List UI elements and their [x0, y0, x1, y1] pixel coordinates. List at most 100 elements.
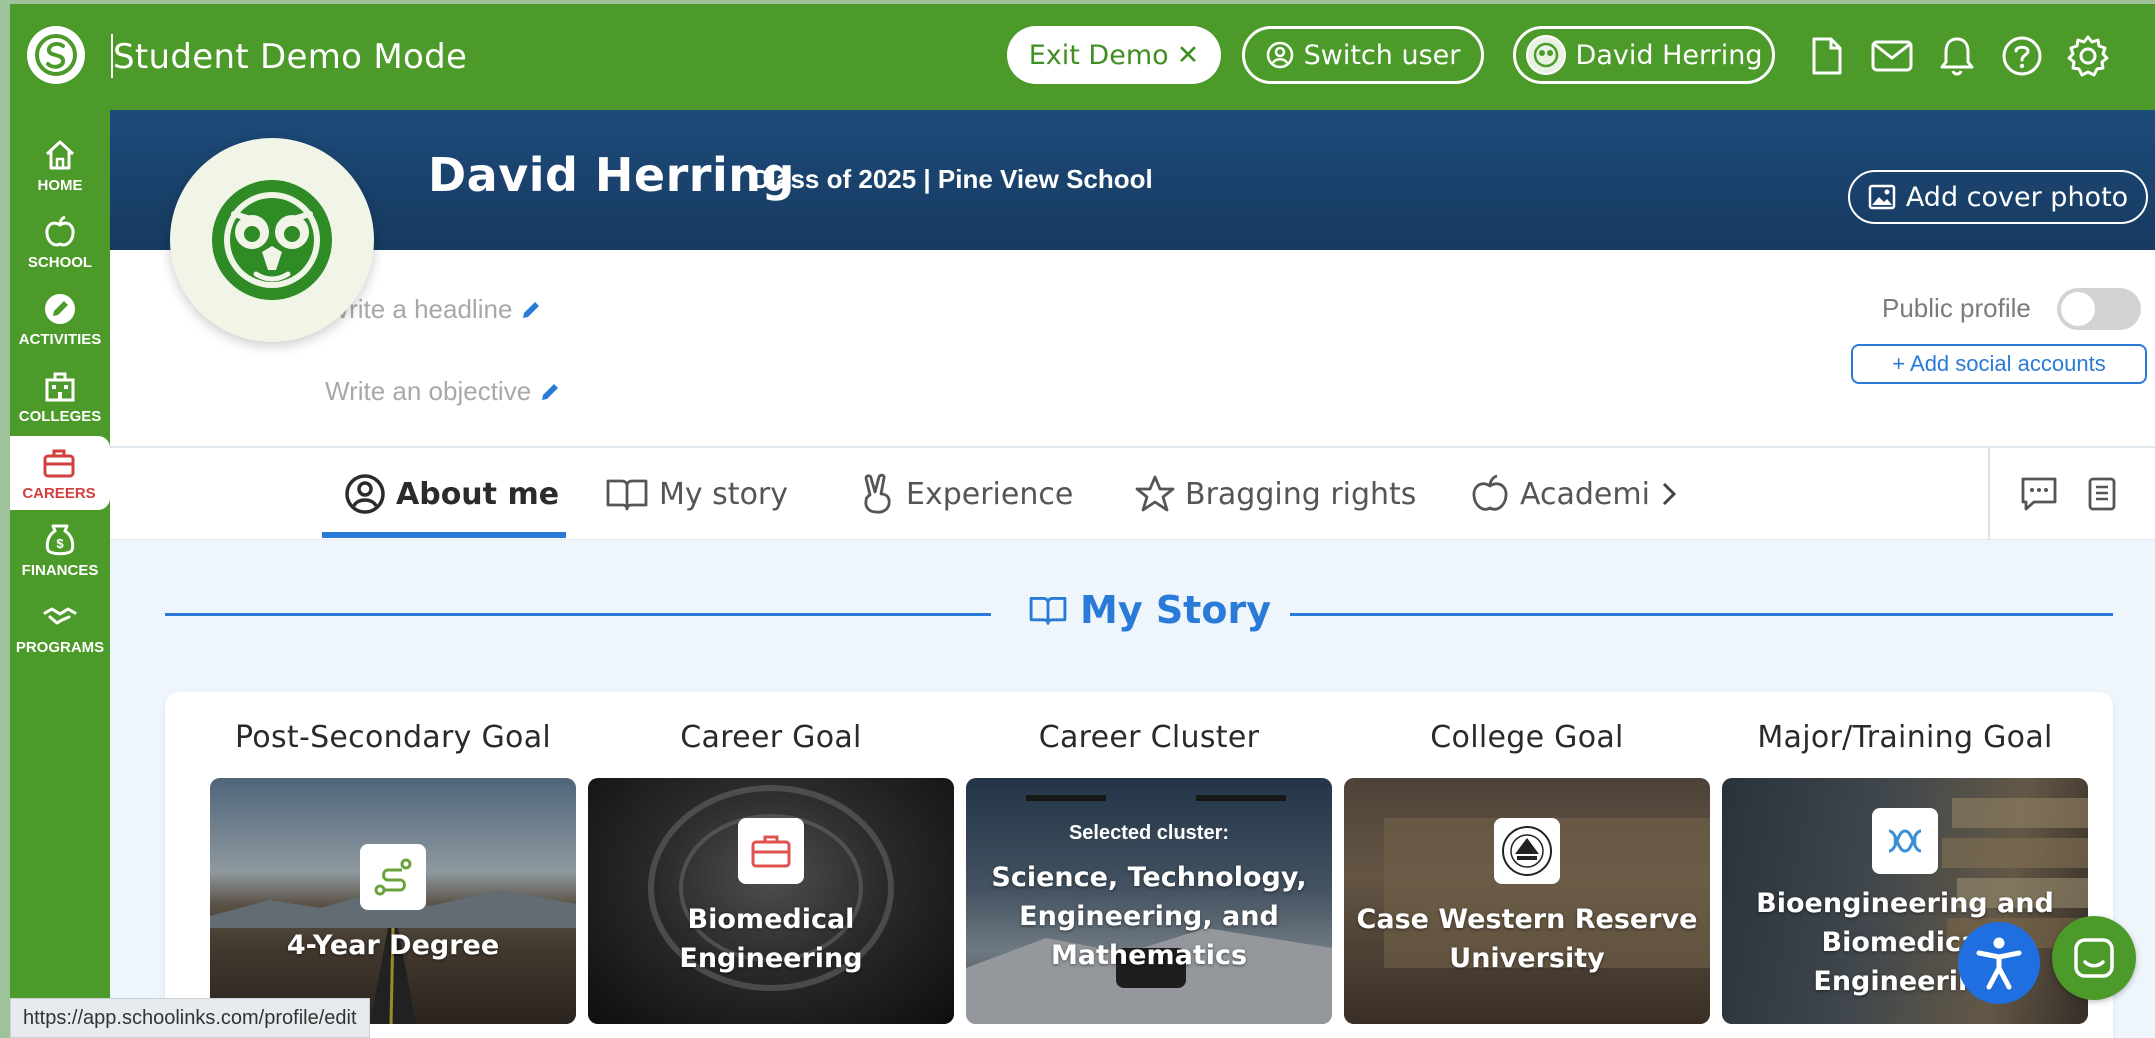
- apple-icon: [45, 215, 75, 246]
- profile-tabs: About me My story Experience Bragging ri…: [110, 448, 2155, 540]
- add-social-label: + Add social accounts: [1892, 351, 2106, 376]
- section-title-text: My Story: [1080, 588, 1271, 632]
- goal-card[interactable]: Bioengineering and Biomedical Engineerin…: [1722, 778, 2088, 1024]
- headline-field[interactable]: Write a headline: [325, 294, 542, 325]
- avatar: [1525, 35, 1566, 75]
- svg-text:$: $: [56, 536, 64, 551]
- profile-details: Write a headline Write an objective Publ…: [110, 250, 2155, 448]
- path-icon: [360, 844, 426, 910]
- tab-label: About me: [396, 476, 560, 512]
- handshake-icon: [43, 607, 77, 624]
- document-icon[interactable]: [1805, 34, 1849, 78]
- book-icon: [1029, 597, 1067, 625]
- goal-card[interactable]: Case Western Reserve University: [1344, 778, 1710, 1024]
- gear-icon[interactable]: [2066, 34, 2110, 78]
- close-icon: ✕: [1176, 39, 1200, 71]
- goal-card[interactable]: Biomedical Engineering: [588, 778, 954, 1024]
- tab-about-me[interactable]: About me: [344, 448, 559, 540]
- schoolinks-logo[interactable]: [27, 26, 85, 84]
- exit-demo-button[interactable]: Exit Demo ✕: [1007, 26, 1221, 84]
- bell-icon[interactable]: [1935, 34, 1979, 78]
- public-profile-label: Public profile: [1882, 293, 2031, 323]
- tab-experience[interactable]: Experience: [858, 448, 1073, 540]
- goal-label: College Goal: [1430, 720, 1624, 755]
- peace-hand-icon: [864, 473, 891, 514]
- section-divider-right: [1290, 613, 2113, 616]
- goal-label: Post-Secondary Goal: [234, 720, 552, 755]
- user-circle-icon: [345, 474, 385, 514]
- user-circle-icon: [1266, 41, 1293, 69]
- tab-academics[interactable]: Academi: [1470, 448, 1650, 540]
- sidebar-item-careers[interactable]: CAREERS: [10, 436, 110, 510]
- help-icon[interactable]: [2000, 34, 2044, 78]
- switch-user-button[interactable]: Switch user: [1242, 26, 1484, 84]
- accessibility-button[interactable]: [1958, 922, 2040, 1004]
- chevron-right-icon: [1662, 482, 1677, 506]
- sidebar-item-label: FINANCES: [21, 561, 99, 579]
- top-bar: Student Demo Mode Exit Demo ✕ Switch use…: [10, 4, 2155, 110]
- tab-label: Experience: [906, 476, 1074, 512]
- tab-bragging-rights[interactable]: Bragging rights: [1135, 448, 1416, 540]
- sidebar-item-home[interactable]: HOME: [10, 128, 110, 202]
- chat-icon: [2074, 938, 2114, 978]
- sidebar-item-label: CAREERS: [22, 484, 96, 502]
- objective-placeholder: Write an objective: [325, 376, 532, 406]
- objective-field[interactable]: Write an objective: [325, 376, 561, 407]
- goal-label: Career Cluster: [1038, 720, 1260, 755]
- tab-label: My story: [659, 476, 789, 512]
- goal-card[interactable]: Selected cluster: Science, Technology, E…: [966, 778, 1332, 1024]
- pencil-icon: [542, 383, 559, 400]
- sidebar-item-finances[interactable]: $ FINANCES: [10, 513, 110, 587]
- goal-value: Science, Technology, Engineering, and Ma…: [991, 862, 1307, 971]
- class-and-school: Class of 2025 | Pine View School: [750, 164, 1153, 194]
- goal-value: 4-Year Degree: [286, 930, 500, 961]
- tabs-scroll-right[interactable]: [1660, 448, 1678, 540]
- public-profile-toggle[interactable]: [2057, 288, 2141, 330]
- goal-label: Major/Training Goal: [1757, 720, 2053, 755]
- add-cover-photo-button[interactable]: Add cover photo: [1848, 170, 2148, 224]
- sidebar: HOME SCHOOL ACTIVITIES COLLEGES CAREERS …: [10, 110, 110, 1038]
- apple-icon: [1472, 474, 1508, 511]
- dna-icon: [1872, 808, 1938, 874]
- pencil-icon: [523, 301, 540, 318]
- chat-button[interactable]: [2052, 916, 2136, 1000]
- accessibility-icon: [1976, 937, 2022, 990]
- tab-label: Bragging rights: [1185, 476, 1417, 512]
- add-social-accounts-button[interactable]: + Add social accounts: [1851, 344, 2147, 384]
- tab-my-story[interactable]: My story: [605, 448, 788, 540]
- sidebar-item-label: ACTIVITIES: [18, 330, 102, 348]
- sidebar-item-label: HOME: [37, 176, 83, 194]
- my-story-heading: My Story: [1028, 588, 1271, 632]
- pencil-icon: [45, 293, 75, 324]
- image-icon: [1868, 184, 1896, 210]
- star-icon: [1135, 475, 1175, 512]
- briefcase-icon: [738, 818, 804, 884]
- money-bag-icon: $: [45, 524, 75, 555]
- sidebar-item-label: PROGRAMS: [15, 638, 105, 656]
- sidebar-item-label: SCHOOL: [27, 253, 93, 271]
- comment-icon[interactable]: [2015, 470, 2063, 518]
- book-icon: [606, 479, 648, 511]
- sidebar-item-activities[interactable]: ACTIVITIES: [10, 282, 110, 356]
- add-cover-photo-label: Add cover photo: [1905, 181, 2129, 213]
- user-name-label: David Herring: [1575, 39, 1763, 71]
- active-tab-indicator: [322, 532, 566, 538]
- sidebar-item-label: COLLEGES: [18, 407, 102, 425]
- profile-avatar[interactable]: [170, 138, 374, 342]
- goal-label: Career Goal: [680, 720, 862, 755]
- user-menu-button[interactable]: David Herring: [1513, 26, 1775, 84]
- demo-mode-title: Student Demo Mode: [113, 37, 468, 77]
- tab-divider: [1988, 448, 1990, 540]
- mail-icon[interactable]: [1870, 34, 1914, 78]
- sidebar-item-programs[interactable]: PROGRAMS: [10, 590, 110, 664]
- college-seal-icon: [1494, 818, 1560, 884]
- goal-card[interactable]: 4-Year Degree: [210, 778, 576, 1024]
- sidebar-item-school[interactable]: SCHOOL: [10, 205, 110, 279]
- goal-value: Biomedical Engineering: [679, 904, 863, 974]
- sidebar-item-colleges[interactable]: COLLEGES: [10, 359, 110, 433]
- app-frame: Student Demo Mode Exit Demo ✕ Switch use…: [10, 4, 2155, 1038]
- briefcase-icon: [43, 449, 75, 477]
- resume-icon[interactable]: [2078, 470, 2126, 518]
- section-divider-left: [165, 613, 991, 616]
- goal-value: Case Western Reserve University: [1356, 904, 1698, 974]
